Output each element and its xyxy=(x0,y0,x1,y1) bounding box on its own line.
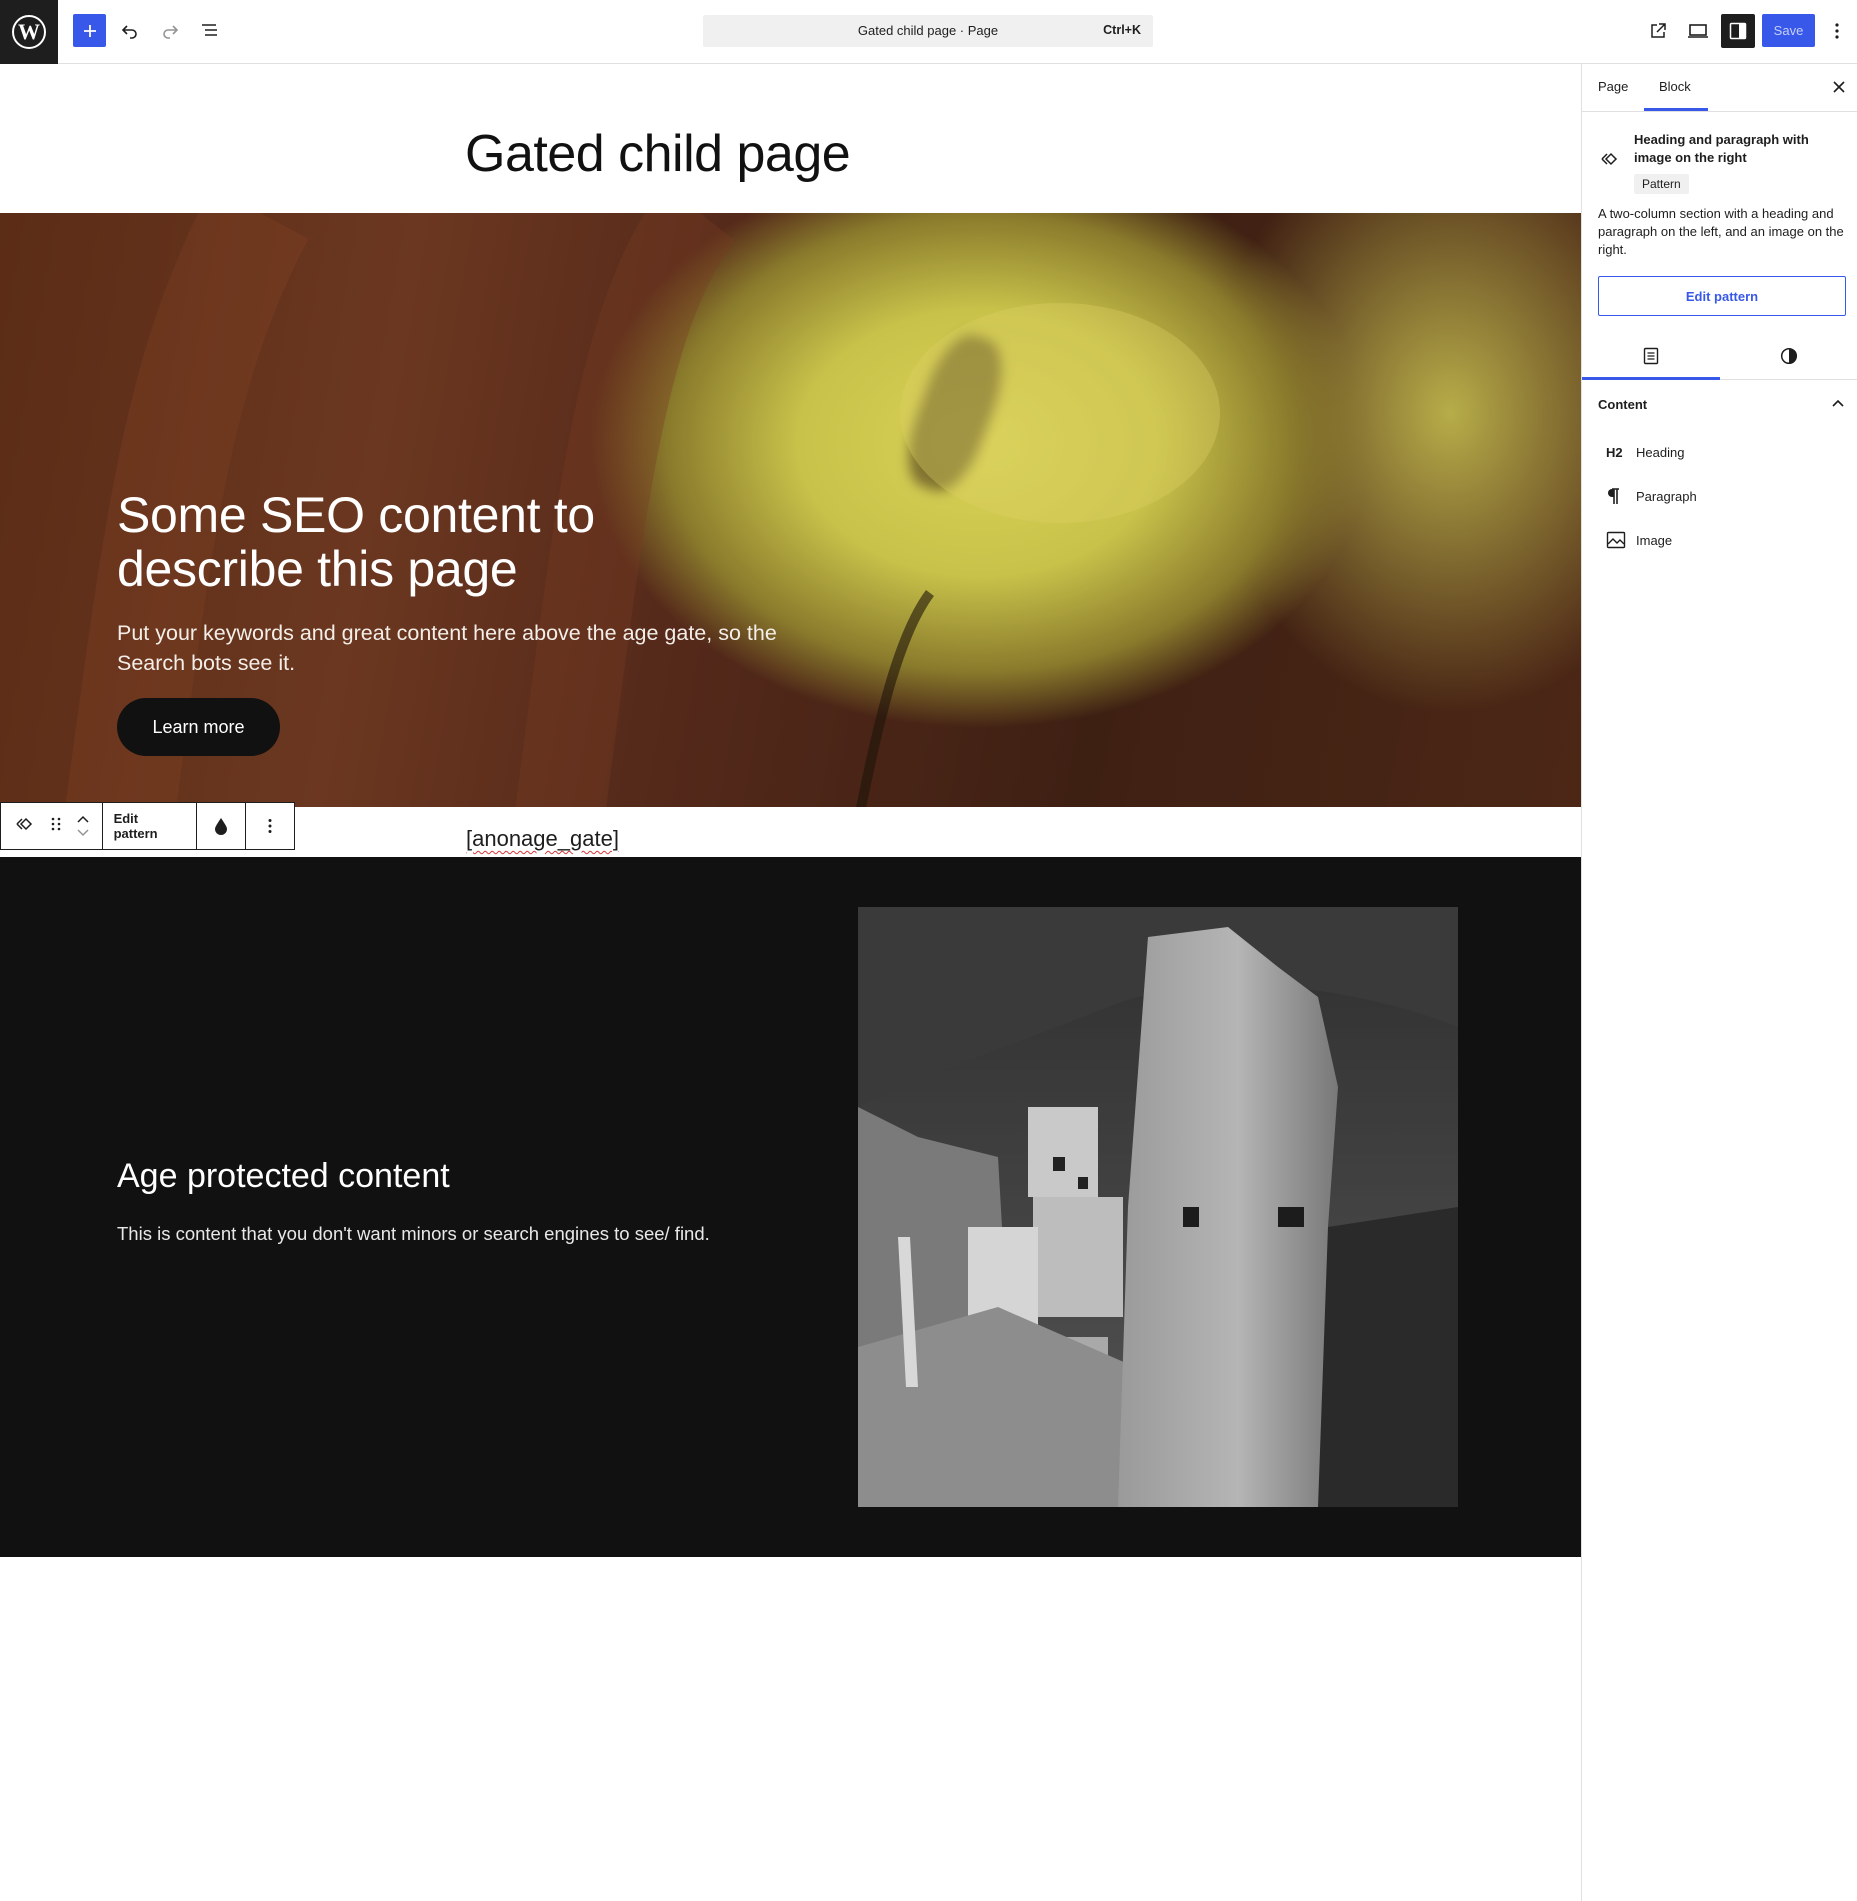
settings-sidebar: Page Block Heading and paragraph with im… xyxy=(1581,64,1857,1901)
editor-toolbar: W Gated child page · Page Ctrl+K Save xyxy=(0,0,1857,64)
block-card-description: A two-column section with a heading and … xyxy=(1598,206,1844,257)
content-item-image[interactable]: Image xyxy=(1598,522,1838,558)
inspector-subtabs xyxy=(1582,332,1857,380)
protected-paragraph[interactable]: This is content that you don't want mino… xyxy=(117,1223,710,1245)
document-icon xyxy=(1643,347,1659,365)
more-vertical-icon xyxy=(1835,23,1839,39)
more-vertical-icon xyxy=(268,819,272,833)
contrast-icon xyxy=(1780,347,1798,365)
settings-sidebar-toggle[interactable] xyxy=(1721,14,1755,48)
document-title: Gated child page · Page xyxy=(857,23,999,38)
drag-handle[interactable] xyxy=(51,816,61,837)
pattern-diamond-icon xyxy=(1598,150,1620,173)
list-view-icon xyxy=(202,24,217,36)
sidebar-icon xyxy=(1729,22,1747,40)
editor-canvas[interactable]: Gated child page Some SEO content to des… xyxy=(0,64,1581,1901)
image-icon xyxy=(1598,531,1628,549)
chevron-up-icon xyxy=(1832,399,1844,407)
block-toolbar: Edit pattern xyxy=(0,802,295,850)
move-buttons xyxy=(77,815,89,837)
edit-pattern-toolbar-button[interactable]: Edit pattern xyxy=(103,803,198,849)
undo-icon xyxy=(121,25,137,39)
content-item-heading[interactable]: H2 Heading xyxy=(1598,434,1838,470)
view-page-button[interactable] xyxy=(1641,14,1675,48)
document-overview-button[interactable] xyxy=(193,14,227,48)
block-toolbar-parent-group xyxy=(1,803,103,849)
pattern-diamond-icon xyxy=(16,817,33,830)
block-options-button[interactable] xyxy=(246,803,294,849)
drag-handle-icon xyxy=(51,817,61,830)
block-card-title: Heading and paragraph with image on the … xyxy=(1634,132,1809,165)
tab-styles[interactable] xyxy=(1720,332,1857,380)
external-link-icon xyxy=(1651,23,1666,38)
pattern-badge: Pattern xyxy=(1634,174,1689,194)
tab-content[interactable] xyxy=(1582,332,1720,380)
content-item-label: Heading xyxy=(1636,444,1685,460)
options-menu-button[interactable] xyxy=(1822,14,1852,48)
active-tab-indicator xyxy=(1644,108,1708,111)
close-sidebar-button[interactable] xyxy=(1826,74,1852,100)
redo-icon xyxy=(163,25,179,39)
shortcode-block[interactable]: [anonage_gate] xyxy=(466,826,619,852)
heading-icon: H2 xyxy=(1606,444,1623,460)
sidebar-tabs: Page Block xyxy=(1582,64,1857,112)
command-palette-bar[interactable]: Gated child page · Page Ctrl+K xyxy=(703,15,1153,47)
wordpress-logo-button[interactable]: W xyxy=(0,0,58,64)
svg-text:W: W xyxy=(18,19,40,44)
content-item-label: Image xyxy=(1636,532,1673,548)
active-subtab-indicator xyxy=(1582,377,1720,380)
content-item-label: Paragraph xyxy=(1636,488,1697,504)
pattern-group-block[interactable]: Age protected content This is content th… xyxy=(0,857,1581,1557)
color-styles-button[interactable] xyxy=(197,803,247,849)
hero-heading[interactable]: Some SEO content to describe this page xyxy=(117,488,677,596)
tab-page[interactable]: Page xyxy=(1598,79,1628,94)
undo-button[interactable] xyxy=(113,14,147,48)
move-down-icon[interactable] xyxy=(77,829,89,837)
edit-pattern-button[interactable]: Edit pattern xyxy=(1598,276,1846,316)
desktop-icon xyxy=(1688,24,1708,38)
plus-icon xyxy=(83,24,96,37)
close-icon xyxy=(1833,81,1845,93)
cliff-dwelling-image[interactable] xyxy=(858,907,1458,1507)
hero-paragraph[interactable]: Put your keywords and great content here… xyxy=(117,618,777,678)
paragraph-icon xyxy=(1598,487,1628,505)
shortcode-text[interactable]: [anonage_gate] xyxy=(466,826,619,851)
preview-device-button[interactable] xyxy=(1681,14,1715,48)
page-title[interactable]: Gated child page xyxy=(465,124,851,184)
protected-heading[interactable]: Age protected content xyxy=(117,1157,450,1196)
save-button[interactable]: Save xyxy=(1762,14,1815,47)
cover-block[interactable]: Some SEO content to describe this page P… xyxy=(0,213,1581,807)
wordpress-icon: W xyxy=(12,15,46,49)
pattern-block-switcher[interactable] xyxy=(13,815,35,838)
redo-button[interactable] xyxy=(153,14,187,48)
collapse-panel-button[interactable] xyxy=(1831,395,1845,413)
cliff-dwelling-photo xyxy=(858,907,1458,1507)
move-up-icon[interactable] xyxy=(77,815,89,823)
droplet-icon xyxy=(215,818,228,835)
block-inserter-button[interactable] xyxy=(73,14,106,47)
learn-more-button[interactable]: Learn more xyxy=(117,698,280,756)
content-panel-title[interactable]: Content xyxy=(1598,397,1647,412)
tab-block[interactable]: Block xyxy=(1659,79,1691,94)
keyboard-shortcut: Ctrl+K xyxy=(1103,23,1141,37)
content-item-paragraph[interactable]: Paragraph xyxy=(1598,478,1838,514)
